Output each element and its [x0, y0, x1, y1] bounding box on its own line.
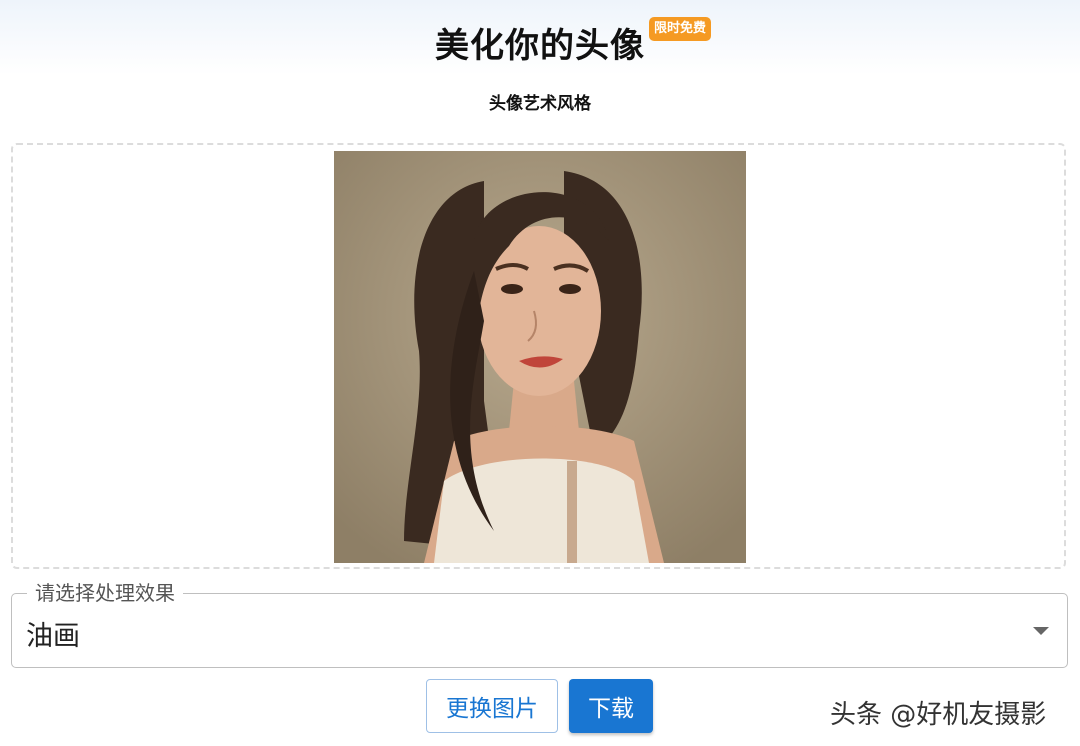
effect-select-label: 请选择处理效果	[27, 582, 183, 604]
portrait-image	[334, 151, 746, 563]
effect-select[interactable]: 请选择处理效果 油画	[11, 582, 1068, 668]
watermark-text: 头条 @好机友摄影	[830, 700, 1047, 730]
download-button[interactable]: 下载	[569, 679, 653, 733]
page-title: 美化你的头像	[435, 26, 645, 66]
effect-select-value: 油画	[26, 621, 80, 652]
image-preview-area	[11, 143, 1066, 569]
free-badge: 限时免费	[649, 17, 712, 41]
replace-image-button[interactable]: 更换图片	[426, 679, 558, 733]
caret-down-icon[interactable]	[1033, 627, 1049, 635]
page-subtitle: 头像艺术风格	[489, 94, 591, 114]
